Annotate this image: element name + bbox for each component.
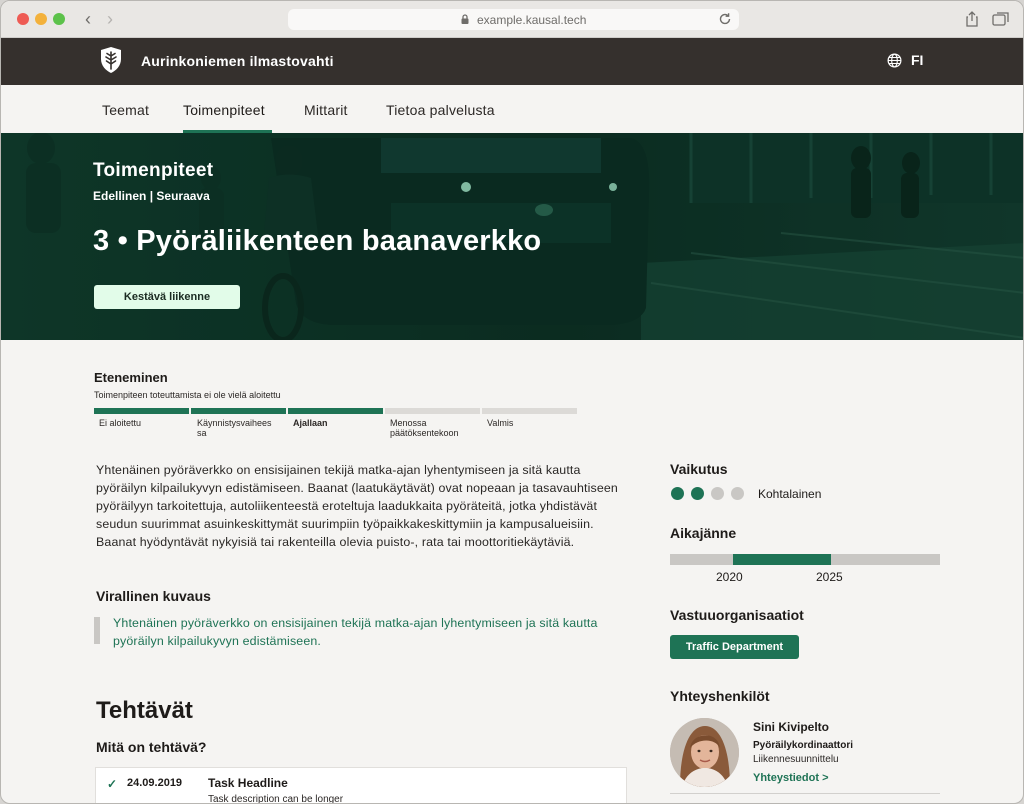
official-description-text: Yhtenäinen pyöräverkko on ensisijainen t… xyxy=(113,616,598,648)
leaf-shield-icon[interactable] xyxy=(99,46,123,74)
contact-divider xyxy=(670,793,940,794)
impact-dot-empty xyxy=(711,487,724,500)
previous-link[interactable]: Edellinen xyxy=(93,189,146,203)
zoom-window-button[interactable] xyxy=(53,13,65,25)
close-window-button[interactable] xyxy=(17,13,29,25)
impact-label: Kohtalainen xyxy=(758,487,822,501)
lock-icon xyxy=(461,14,469,24)
timeline-heading: Aikajänne xyxy=(670,525,737,541)
contact-department: Liikennesuunnittelu xyxy=(753,754,839,765)
orgs-heading: Vastuuorganisaatiot xyxy=(670,607,804,623)
progress-step-label: Valmis xyxy=(487,418,514,428)
minimize-window-button[interactable] xyxy=(35,13,47,25)
site-name[interactable]: Aurinkoniemen ilmastovahti xyxy=(141,53,334,69)
contact-details-link[interactable]: Yhteystiedot > xyxy=(753,772,829,784)
impact-dot-filled xyxy=(691,487,704,500)
nav-item-toimenpiteet[interactable]: Toimenpiteet xyxy=(183,102,265,118)
task-description: Task description can be longer xyxy=(208,794,344,804)
progress-step-bar-4 xyxy=(385,408,480,414)
task-date: 24.09.2019 xyxy=(127,777,183,789)
site-header: Aurinkoniemen ilmastovahti FI xyxy=(1,38,1023,85)
timeline-start-year: 2020 xyxy=(716,570,743,584)
progress-step-label: Menossa päätöksentekoon xyxy=(390,418,459,438)
progress-step-label: Käynnistysvaiheessa xyxy=(197,418,272,438)
nav-item-teemat[interactable]: Teemat xyxy=(102,102,149,118)
impact-dot-empty xyxy=(731,487,744,500)
impact-dot-filled xyxy=(671,487,684,500)
main-navigation: Teemat Toimenpiteet Mittarit Tietoa palv… xyxy=(1,85,1023,133)
impact-heading: Vaikutus xyxy=(670,461,728,477)
back-icon[interactable]: ‹ xyxy=(78,9,98,29)
url-text: example.kausal.tech xyxy=(477,13,587,27)
language-selector[interactable]: FI xyxy=(887,52,923,68)
hero-banner: Toimenpiteet Edellinen | Seuraava 3 • Py… xyxy=(1,133,1023,340)
progress-step-bar-1 xyxy=(94,408,189,414)
progress-step-bar-5 xyxy=(482,408,577,414)
progress-title: Eteneminen xyxy=(94,370,168,385)
timeline-end-year: 2025 xyxy=(816,570,843,584)
official-description-heading: Virallinen kuvaus xyxy=(96,588,211,604)
forward-icon[interactable]: › xyxy=(100,9,120,29)
link-separator: | xyxy=(149,189,154,203)
nav-item-mittarit[interactable]: Mittarit xyxy=(304,102,348,118)
contact-role: Pyöräilykordinaattori xyxy=(753,740,854,751)
category-badge[interactable]: Kestävä liikenne xyxy=(94,285,240,309)
prev-next-links: Edellinen | Seuraava xyxy=(93,189,210,203)
action-title: 3 • Pyöräliikenteen baanaverkko xyxy=(93,225,542,257)
tabs-overview-icon[interactable] xyxy=(992,11,1010,27)
browser-window: ‹ › example.kausal.tech Aurinkoniemen il… xyxy=(0,0,1024,804)
browser-toolbar: ‹ › example.kausal.tech xyxy=(1,1,1023,38)
contact-name: Sini Kivipelto xyxy=(753,720,830,734)
language-label: FI xyxy=(911,52,924,68)
contacts-heading: Yhteyshenkilöt xyxy=(670,688,770,704)
tasks-subheading: Mitä on tehtävä? xyxy=(96,739,207,755)
task-item[interactable]: ✓ 24.09.2019 Task Headline Task descript… xyxy=(95,767,627,804)
check-icon: ✓ xyxy=(107,777,118,791)
task-headline: Task Headline xyxy=(208,776,288,790)
progress-step-label-current: Ajallaan xyxy=(293,418,328,428)
progress-step-bar-2 xyxy=(191,408,286,414)
avatar xyxy=(670,718,739,787)
tasks-heading: Tehtävät xyxy=(96,697,193,724)
nav-item-tietoa-palvelusta[interactable]: Tietoa palvelusta xyxy=(386,102,495,118)
reload-icon[interactable] xyxy=(717,11,733,27)
progress-step-bar-3 xyxy=(288,408,383,414)
next-link[interactable]: Seuraava xyxy=(156,189,209,203)
share-icon[interactable] xyxy=(963,10,981,28)
action-description: Yhtenäinen pyöräverkko on ensisijainen t… xyxy=(96,463,618,549)
hero-section-title: Toimenpiteet xyxy=(93,160,214,181)
quote-bar xyxy=(94,617,100,644)
address-bar[interactable]: example.kausal.tech xyxy=(288,9,739,30)
org-badge[interactable]: Traffic Department xyxy=(670,635,799,659)
progress-subtitle: Toimenpiteen toteuttamista ei ole vielä … xyxy=(94,390,281,400)
progress-step-label: Ei aloitettu xyxy=(99,418,142,428)
globe-icon xyxy=(887,53,902,67)
timeline-range xyxy=(733,554,831,565)
